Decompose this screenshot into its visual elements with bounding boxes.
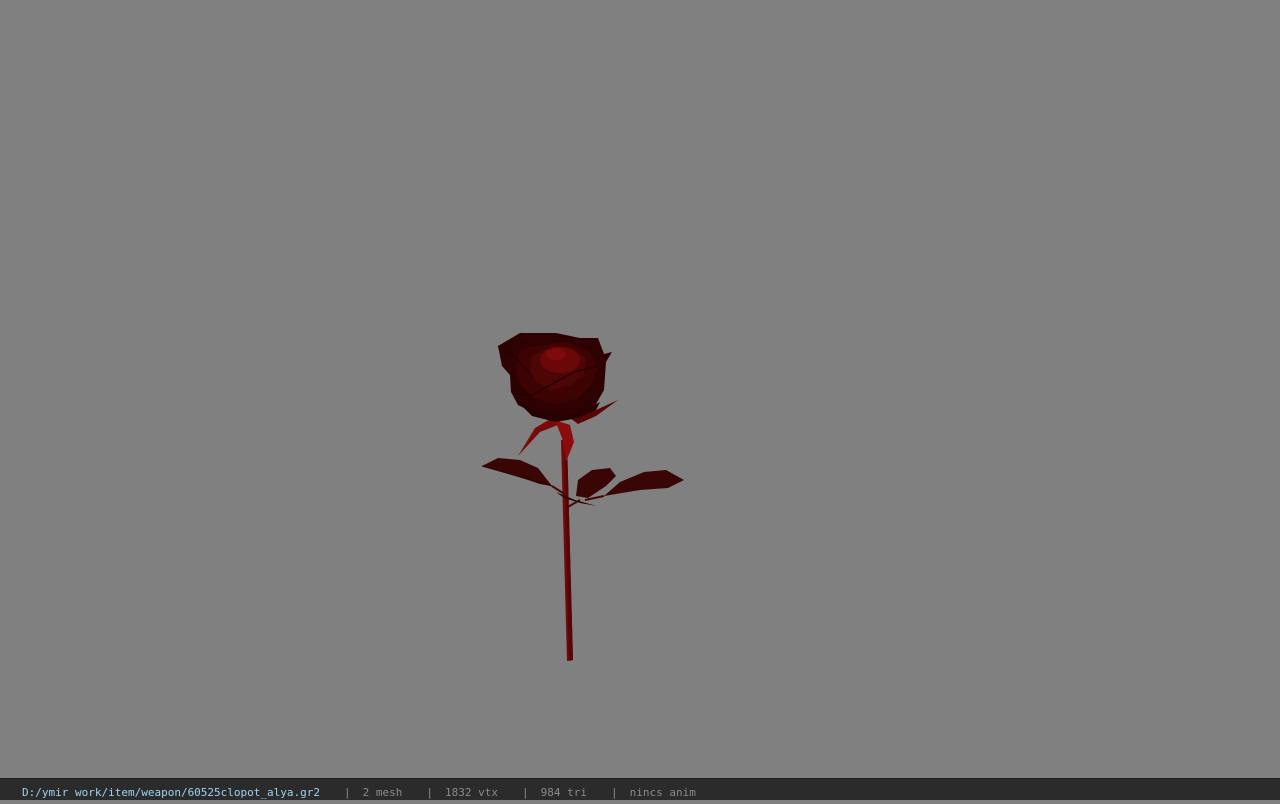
rose-leaf (482, 458, 552, 486)
file-path: D:/ymir work/item/weapon/60525clopot_aly… (22, 785, 321, 799)
status-bar: D:/ymir work/item/weapon/60525clopot_aly… (0, 778, 1280, 800)
triangle-count: 984 tri (540, 785, 587, 799)
separator: | (610, 785, 618, 799)
3d-viewport[interactable] (0, 0, 1280, 778)
mesh-count: 2 mesh (362, 785, 403, 799)
separator: | (344, 785, 351, 799)
rose-sepal (518, 418, 558, 456)
rose-petal-highlight (546, 348, 566, 360)
separator: | (522, 785, 529, 799)
animation-status: nincs anim (629, 785, 696, 799)
rose-model (481, 332, 684, 661)
vertex-count: 1832 vtx (445, 785, 498, 799)
rose-leaf (604, 470, 684, 496)
separator: | (426, 785, 434, 799)
